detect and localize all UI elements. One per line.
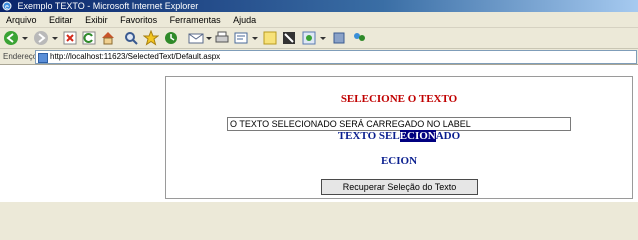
people-icon[interactable] [351,30,367,46]
toolbar [0,28,638,49]
result-label: ECION [380,155,418,167]
back-icon[interactable] [3,30,19,46]
selected-text-highlight: ECION [399,130,436,142]
page-content: SELECIONE O TEXTO O TEXTO SELECIONADO SE… [0,65,638,202]
selection-label-suffix: ADO [435,130,461,142]
edit-dropdown-icon[interactable] [251,30,259,46]
research-icon[interactable] [281,30,297,46]
menu-ajuda[interactable]: Ajuda [233,15,256,25]
discuss-icon[interactable] [262,30,278,46]
menu-exibir[interactable]: Exibir [85,15,108,25]
mail-icon[interactable] [188,30,204,46]
forward-icon[interactable] [33,30,49,46]
refresh-icon[interactable] [81,30,97,46]
page-heading: SELECIONE O TEXTO [340,93,458,105]
menu-arquivo[interactable]: Arquivo [6,15,37,25]
favorites-icon[interactable] [143,30,159,46]
retrieve-selection-button[interactable]: Recuperar Seleção do Texto [321,179,478,195]
form-panel: SELECIONE O TEXTO O TEXTO SELECIONADO SE… [165,76,633,199]
address-bar: Endereço http://localhost:11623/Selected… [0,49,638,65]
search-icon[interactable] [123,30,139,46]
address-url[interactable]: http://localhost:11623/SelectedText/Defa… [50,49,220,64]
window-title-bar: e Exemplo TEXTO - Microsoft Internet Exp… [0,0,638,12]
selection-label-prefix: TEXTO SEL [337,130,400,142]
menu-ferramentas[interactable]: Ferramentas [170,15,221,25]
messenger-icon[interactable] [301,30,317,46]
messenger-dropdown-icon[interactable] [319,30,327,46]
stop-icon[interactable] [62,30,78,46]
internet-explorer-icon: e [2,1,12,11]
address-input[interactable]: http://localhost:11623/SelectedText/Defa… [35,50,637,64]
home-icon[interactable] [100,30,116,46]
edit-icon[interactable] [233,30,249,46]
menu-editar[interactable]: Editar [49,15,73,25]
tools-icon[interactable] [331,30,347,46]
window-title: Exemplo TEXTO - Microsoft Internet Explo… [17,1,199,11]
selection-label: TEXTO SELECIONADO [166,130,632,142]
history-icon[interactable] [163,30,179,46]
address-label: Endereço [3,52,38,61]
menu-favoritos[interactable]: Favoritos [120,15,157,25]
page-icon [38,53,48,63]
text-input[interactable]: O TEXTO SELECIONADO SERÁ CARREGADO NO LA… [227,117,571,131]
mail-dropdown-icon[interactable] [205,30,213,46]
menu-bar: Arquivo Editar Exibir Favoritos Ferramen… [0,13,638,28]
svg-text:e: e [5,4,9,11]
forward-dropdown-icon[interactable] [51,30,59,46]
back-dropdown-icon[interactable] [21,30,29,46]
print-icon[interactable] [214,30,230,46]
